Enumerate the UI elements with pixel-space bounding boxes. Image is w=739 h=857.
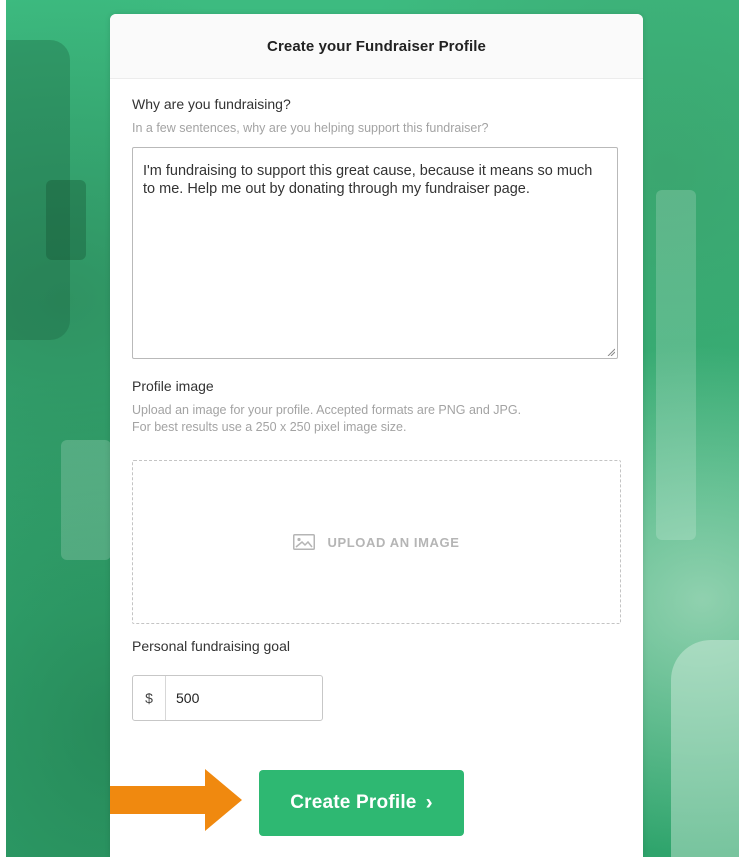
create-profile-button[interactable]: Create Profile ›	[259, 770, 464, 836]
left-edge	[0, 0, 6, 857]
why-help: In a few sentences, why are you helping …	[132, 120, 488, 137]
upload-image-dropzone[interactable]: UPLOAD AN IMAGE	[132, 460, 621, 624]
image-icon	[293, 534, 316, 550]
why-label: Why are you fundraising?	[132, 96, 291, 112]
create-profile-label: Create Profile	[290, 792, 417, 813]
profile-image-label-wrap: Profile image	[132, 378, 214, 394]
why-fundraising-label: Why are you fundraising?	[132, 96, 291, 112]
goal-label: Personal fundraising goal	[132, 638, 290, 654]
goal-value[interactable]: 500	[166, 690, 199, 706]
profile-image-label: Profile image	[132, 378, 214, 394]
profile-image-help: Upload an image for your profile. Accept…	[132, 402, 521, 436]
page: Create your Fundraiser Profile Why are y…	[0, 0, 739, 857]
currency-prefix: $	[133, 676, 166, 720]
arrow-right-icon	[110, 769, 242, 831]
why-fundraising-textarea[interactable]: I'm fundraising to support this great ca…	[132, 147, 618, 359]
fundraiser-profile-card: Create your Fundraiser Profile Why are y…	[110, 14, 643, 857]
profile-image-help-line2: For best results use a 250 x 250 pixel i…	[132, 420, 407, 434]
chevron-right-icon: ›	[425, 791, 433, 814]
resize-handle-icon[interactable]	[607, 348, 615, 356]
card-header: Create your Fundraiser Profile	[110, 14, 643, 79]
textarea-value: I'm fundraising to support this great ca…	[143, 163, 593, 197]
upload-image-label: UPLOAD AN IMAGE	[327, 534, 460, 550]
page-title: Create your Fundraiser Profile	[267, 37, 486, 55]
why-help-text: In a few sentences, why are you helping …	[132, 121, 489, 135]
profile-image-help-line1: Upload an image for your profile. Accept…	[132, 403, 522, 417]
fundraising-goal-input[interactable]: $ 500	[132, 675, 323, 721]
goal-label-wrap: Personal fundraising goal	[132, 638, 290, 654]
